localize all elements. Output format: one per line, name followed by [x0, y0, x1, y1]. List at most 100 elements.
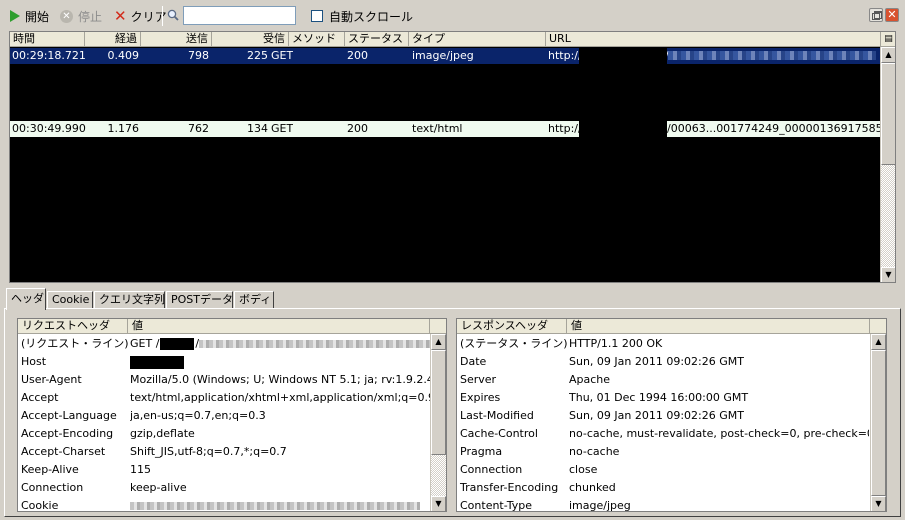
header-row[interactable]: Accept text/html,application/xhtml+xml,a… — [18, 389, 430, 407]
column-chooser-icon[interactable]: ▤ — [880, 32, 895, 47]
start-button[interactable]: 開始 — [10, 7, 49, 25]
request-row[interactable]: 00:29:18.721 0.409 798 225 GET 200 image… — [10, 48, 880, 64]
header-value: no-cache, must-revalidate, post-check=0,… — [569, 427, 869, 440]
header-name: Host — [21, 355, 47, 368]
header-row[interactable]: Connection keep-alive — [18, 479, 430, 497]
restore-window-icon[interactable] — [869, 8, 883, 22]
column-header-received[interactable]: 受信 — [212, 32, 289, 47]
header-row[interactable]: Accept-Language ja,en-us;q=0.7,en;q=0.3 — [18, 407, 430, 425]
header-row[interactable]: Connection close — [457, 461, 870, 479]
tab-headers[interactable]: ヘッダ — [6, 288, 46, 310]
header-row[interactable]: Content-Type image/jpeg — [457, 497, 870, 512]
response-headers-scrollbar[interactable]: ▲ ▼ — [870, 334, 886, 511]
column-header-value[interactable]: 値 — [567, 319, 870, 334]
column-header-url[interactable]: URL — [546, 32, 880, 47]
autoscroll-checkbox[interactable] — [311, 10, 323, 22]
column-header-status[interactable]: ステータス — [345, 32, 409, 47]
header-name: Connection — [460, 463, 523, 476]
header-row[interactable]: Cookie — [18, 497, 430, 511]
scroll-up-icon[interactable]: ▲ — [431, 334, 446, 350]
tab-body[interactable]: ボディ — [234, 291, 274, 309]
header-value: Sun, 09 Jan 2011 09:02:26 GMT — [569, 409, 744, 422]
header-name: Server — [460, 373, 497, 386]
response-headers-head: レスポンスヘッダ 値 — [457, 319, 886, 334]
scroll-down-icon[interactable]: ▼ — [881, 267, 895, 282]
search-input[interactable] — [183, 6, 296, 25]
scroll-thumb[interactable] — [881, 63, 895, 165]
header-name: Expires — [460, 391, 501, 404]
cell-elapsed: 1.176 — [107, 122, 140, 135]
header-name: Accept-Charset — [21, 445, 106, 458]
header-row[interactable]: Host — [18, 353, 430, 371]
request-list[interactable]: 時間 経過 送信 受信 メソッド ステータス タイプ URL ▤ 00:29:1… — [9, 31, 896, 283]
header-row[interactable]: Cache-Control no-cache, must-revalidate,… — [457, 425, 870, 443]
request-headers-table[interactable]: リクエストヘッダ 値 (リクエスト・ライン) GET / / Host User-… — [17, 318, 447, 512]
header-name: Cache-Control — [460, 427, 538, 440]
header-name: Pragma — [460, 445, 503, 458]
cell-received: 225 — [247, 49, 268, 62]
scroll-track[interactable] — [431, 455, 446, 496]
scroll-up-icon[interactable]: ▲ — [871, 334, 886, 350]
header-row[interactable]: (リクエスト・ライン) GET / / — [18, 335, 445, 353]
header-name: Content-Type — [460, 499, 532, 512]
redaction-block — [160, 338, 195, 350]
cell-type: text/html — [412, 122, 463, 135]
header-value: text/html,application/xhtml+xml,applicat… — [130, 391, 430, 404]
cell-status: 200 — [347, 49, 368, 62]
column-header-value[interactable]: 値 — [128, 319, 430, 334]
scroll-down-icon[interactable]: ▼ — [431, 496, 446, 511]
header-row[interactable]: Keep-Alive 115 — [18, 461, 430, 479]
column-header-request-header[interactable]: リクエストヘッダ — [18, 319, 128, 334]
column-header-type[interactable]: タイプ — [409, 32, 546, 47]
stop-icon: ✕ — [60, 9, 73, 23]
header-value: close — [569, 463, 598, 476]
request-headers-head: リクエストヘッダ 値 — [18, 319, 446, 334]
header-row[interactable]: (ステータス・ライン) HTTP/1.1 200 OK — [457, 335, 870, 353]
tab-query-string[interactable]: クエリ文字列 — [94, 291, 165, 309]
cell-received: 134 — [247, 122, 268, 135]
column-header-response-header[interactable]: レスポンスヘッダ — [457, 319, 567, 334]
blurred-text — [199, 340, 445, 348]
header-row[interactable]: Accept-Charset Shift_JIS,utf-8;q=0.7,*;q… — [18, 443, 430, 461]
cell-url-prefix: http:// — [548, 49, 582, 62]
column-header-time[interactable]: 時間 — [10, 32, 85, 47]
header-row[interactable]: Last-Modified Sun, 09 Jan 2011 09:02:26 … — [457, 407, 870, 425]
column-header-sent[interactable]: 送信 — [141, 32, 212, 47]
header-row[interactable]: Pragma no-cache — [457, 443, 870, 461]
header-value: Thu, 01 Dec 1994 16:00:00 GMT — [569, 391, 749, 404]
tab-cookie[interactable]: Cookie — [47, 291, 93, 309]
column-header-elapsed[interactable]: 経過 — [85, 32, 141, 47]
header-name: Accept — [21, 391, 59, 404]
scroll-down-icon[interactable]: ▼ — [871, 496, 886, 511]
redaction-block — [130, 356, 184, 369]
cell-sent: 762 — [188, 122, 209, 135]
list-scrollbar[interactable]: ▲ ▼ — [880, 47, 895, 282]
header-name: (リクエスト・ライン) — [21, 337, 129, 350]
scroll-thumb[interactable] — [871, 350, 886, 496]
close-window-icon[interactable]: ✕ — [885, 8, 899, 22]
request-headers-scrollbar[interactable]: ▲ ▼ — [430, 334, 446, 511]
header-value: ja,en-us;q=0.7,en;q=0.3 — [130, 409, 266, 422]
header-name: Date — [460, 355, 487, 368]
tab-post-data[interactable]: POSTデータ — [166, 291, 233, 309]
toolbar: 開始 ✕ 停止 ✕ クリア 自動スクロール ✕ — [0, 0, 905, 31]
header-row[interactable]: Date Sun, 09 Jan 2011 09:02:26 GMT — [457, 353, 870, 371]
header-value — [130, 497, 420, 511]
scroll-track[interactable] — [881, 165, 895, 267]
header-row[interactable]: Server Apache — [457, 371, 870, 389]
column-header-method[interactable]: メソッド — [289, 32, 345, 47]
response-headers-table[interactable]: レスポンスヘッダ 値 (ステータス・ライン) HTTP/1.1 200 OK D… — [456, 318, 887, 512]
header-row[interactable]: Expires Thu, 01 Dec 1994 16:00:00 GMT — [457, 389, 870, 407]
header-row[interactable]: User-Agent Mozilla/5.0 (Windows; U; Wind… — [18, 371, 430, 389]
stop-button[interactable]: ✕ 停止 — [60, 7, 102, 25]
scroll-thumb[interactable] — [431, 350, 446, 455]
clear-button[interactable]: ✕ クリア — [114, 7, 167, 25]
header-row[interactable]: Accept-Encoding gzip,deflate — [18, 425, 430, 443]
request-row[interactable]: 00:30:49.990 1.176 762 134 GET 200 text/… — [10, 121, 895, 137]
scroll-up-icon[interactable]: ▲ — [881, 47, 895, 63]
header-name: Keep-Alive — [21, 463, 79, 476]
header-row[interactable]: Transfer-Encoding chunked — [457, 479, 870, 497]
header-value: chunked — [569, 481, 616, 494]
play-icon — [10, 10, 20, 22]
toolbar-separator — [162, 6, 163, 26]
